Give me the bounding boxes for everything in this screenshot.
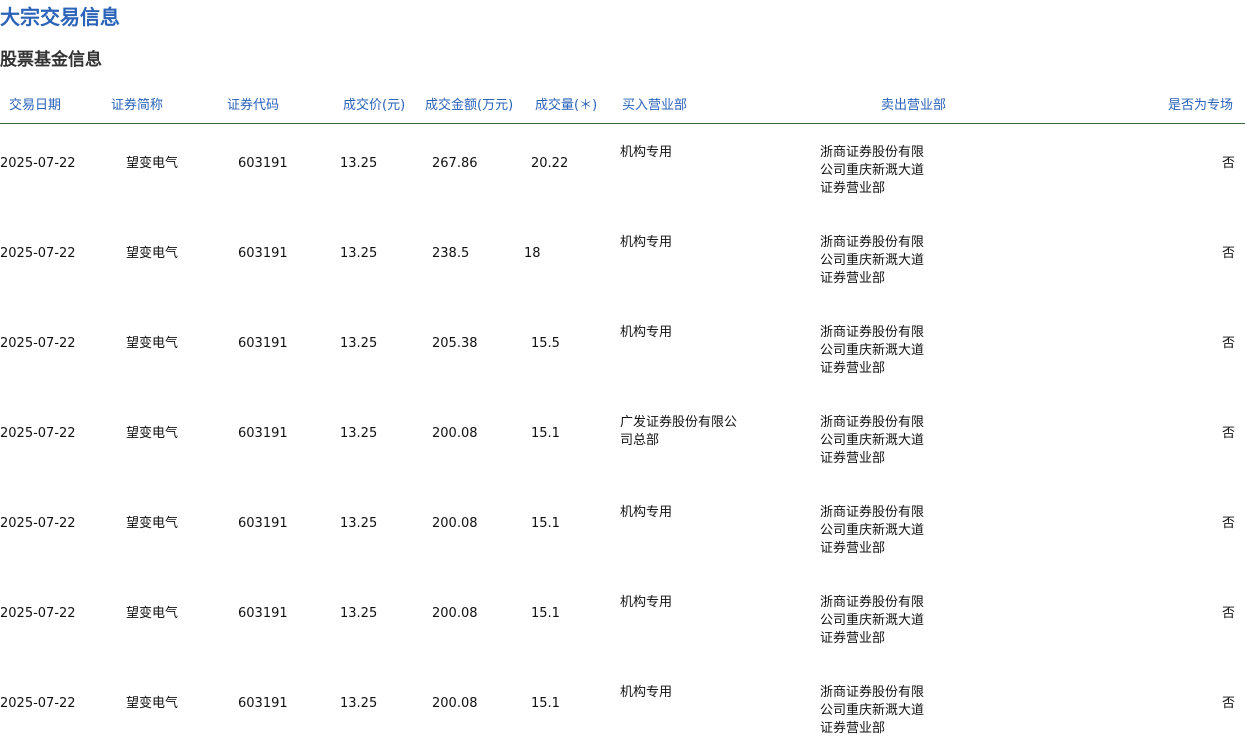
section-title: 股票基金信息	[0, 50, 102, 70]
cell-price: 13.25	[340, 336, 378, 351]
cell-code: 603191	[238, 336, 288, 351]
cell-volume: 15.5	[531, 336, 560, 351]
cell-buyer: 机构专用	[620, 685, 673, 700]
cell-price: 13.25	[340, 606, 378, 621]
cell-buyer: 广发证券股份有限公司总部	[620, 415, 738, 448]
cell-amount: 200.08	[432, 516, 478, 531]
cell-price: 13.25	[340, 246, 378, 261]
cell-buyer: 机构专用	[620, 145, 673, 160]
cell-amount: 238.5	[432, 246, 470, 261]
cell-volume: 15.1	[531, 696, 560, 711]
cell-buyer: 机构专用	[620, 595, 673, 610]
cell-name: 望变电气	[126, 426, 179, 441]
table-body: 2025-07-22 望变电气 603191 13.25 267.86 20.2…	[0, 124, 1245, 754]
header-security-name[interactable]: 证券简称	[111, 97, 163, 115]
cell-name: 望变电气	[126, 696, 179, 711]
cell-date: 2025-07-22	[0, 246, 76, 261]
cell-special: 否	[1221, 156, 1235, 171]
cell-code: 603191	[238, 516, 288, 531]
cell-date: 2025-07-22	[0, 516, 76, 531]
header-volume[interactable]: 成交量(＊)	[535, 97, 597, 115]
cell-volume: 20.22	[531, 156, 569, 171]
table-header: 交易日期 证券简称 证券代码 成交价(元) 成交金额(万元) 成交量(＊) 买入…	[0, 88, 1245, 124]
cell-code: 603191	[238, 606, 288, 621]
cell-name: 望变电气	[126, 516, 179, 531]
table-row: 2025-07-22 望变电气 603191 13.25 200.08 15.1…	[0, 484, 1245, 574]
cell-date: 2025-07-22	[0, 696, 76, 711]
cell-volume: 18	[524, 246, 541, 261]
cell-price: 13.25	[340, 426, 378, 441]
cell-seller: 浙商证券股份有限公司重庆新溉大道证券营业部	[820, 325, 925, 376]
cell-amount: 200.08	[432, 696, 478, 711]
cell-name: 望变电气	[126, 156, 179, 171]
table-row: 2025-07-22 望变电气 603191 13.25 238.5 18 机构…	[0, 214, 1245, 304]
cell-special: 否	[1221, 426, 1235, 441]
header-price[interactable]: 成交价(元)	[343, 97, 405, 115]
cell-buyer: 机构专用	[620, 325, 673, 340]
table-row: 2025-07-22 望变电气 603191 13.25 200.08 15.1…	[0, 574, 1245, 664]
cell-code: 603191	[238, 246, 288, 261]
cell-amount: 200.08	[432, 426, 478, 441]
header-security-code[interactable]: 证券代码	[227, 97, 279, 115]
cell-date: 2025-07-22	[0, 606, 76, 621]
table-row: 2025-07-22 望变电气 603191 13.25 205.38 15.5…	[0, 304, 1245, 394]
cell-special: 否	[1221, 606, 1235, 621]
cell-price: 13.25	[340, 516, 378, 531]
table-row: 2025-07-22 望变电气 603191 13.25 267.86 20.2…	[0, 124, 1245, 214]
cell-amount: 205.38	[432, 336, 478, 351]
cell-name: 望变电气	[126, 246, 179, 261]
cell-code: 603191	[238, 156, 288, 171]
cell-seller: 浙商证券股份有限公司重庆新溉大道证券营业部	[820, 145, 925, 196]
cell-special: 否	[1221, 516, 1235, 531]
page: 大宗交易信息 股票基金信息 交易日期 证券简称 证券代码 成交价(元) 成交金额…	[0, 0, 1245, 754]
cell-volume: 15.1	[531, 426, 560, 441]
table-row: 2025-07-22 望变电气 603191 13.25 200.08 15.1…	[0, 394, 1245, 484]
cell-code: 603191	[238, 696, 288, 711]
header-trade-date[interactable]: 交易日期	[9, 97, 61, 115]
cell-price: 13.25	[340, 696, 378, 711]
cell-special: 否	[1221, 246, 1235, 261]
cell-amount: 200.08	[432, 606, 478, 621]
cell-special: 否	[1221, 696, 1235, 711]
cell-code: 603191	[238, 426, 288, 441]
cell-seller: 浙商证券股份有限公司重庆新溉大道证券营业部	[820, 415, 925, 466]
cell-buyer: 机构专用	[620, 505, 673, 520]
cell-date: 2025-07-22	[0, 336, 76, 351]
header-buyer[interactable]: 买入营业部	[622, 97, 687, 115]
cell-volume: 15.1	[531, 516, 560, 531]
cell-volume: 15.1	[531, 606, 560, 621]
cell-name: 望变电气	[126, 336, 179, 351]
cell-name: 望变电气	[126, 606, 179, 621]
cell-seller: 浙商证券股份有限公司重庆新溉大道证券营业部	[820, 505, 925, 556]
cell-buyer: 机构专用	[620, 235, 673, 250]
cell-special: 否	[1221, 336, 1235, 351]
header-special[interactable]: 是否为专场	[1168, 97, 1233, 115]
cell-amount: 267.86	[432, 156, 478, 171]
cell-price: 13.25	[340, 156, 378, 171]
cell-date: 2025-07-22	[0, 156, 76, 171]
page-title: 大宗交易信息	[0, 5, 120, 29]
cell-seller: 浙商证券股份有限公司重庆新溉大道证券营业部	[820, 595, 925, 646]
cell-seller: 浙商证券股份有限公司重庆新溉大道证券营业部	[820, 685, 925, 736]
table-row: 2025-07-22 望变电气 603191 13.25 200.08 15.1…	[0, 664, 1245, 754]
header-seller[interactable]: 卖出营业部	[881, 97, 946, 115]
cell-date: 2025-07-22	[0, 426, 76, 441]
header-amount[interactable]: 成交金额(万元)	[425, 97, 513, 115]
cell-seller: 浙商证券股份有限公司重庆新溉大道证券营业部	[820, 235, 925, 286]
